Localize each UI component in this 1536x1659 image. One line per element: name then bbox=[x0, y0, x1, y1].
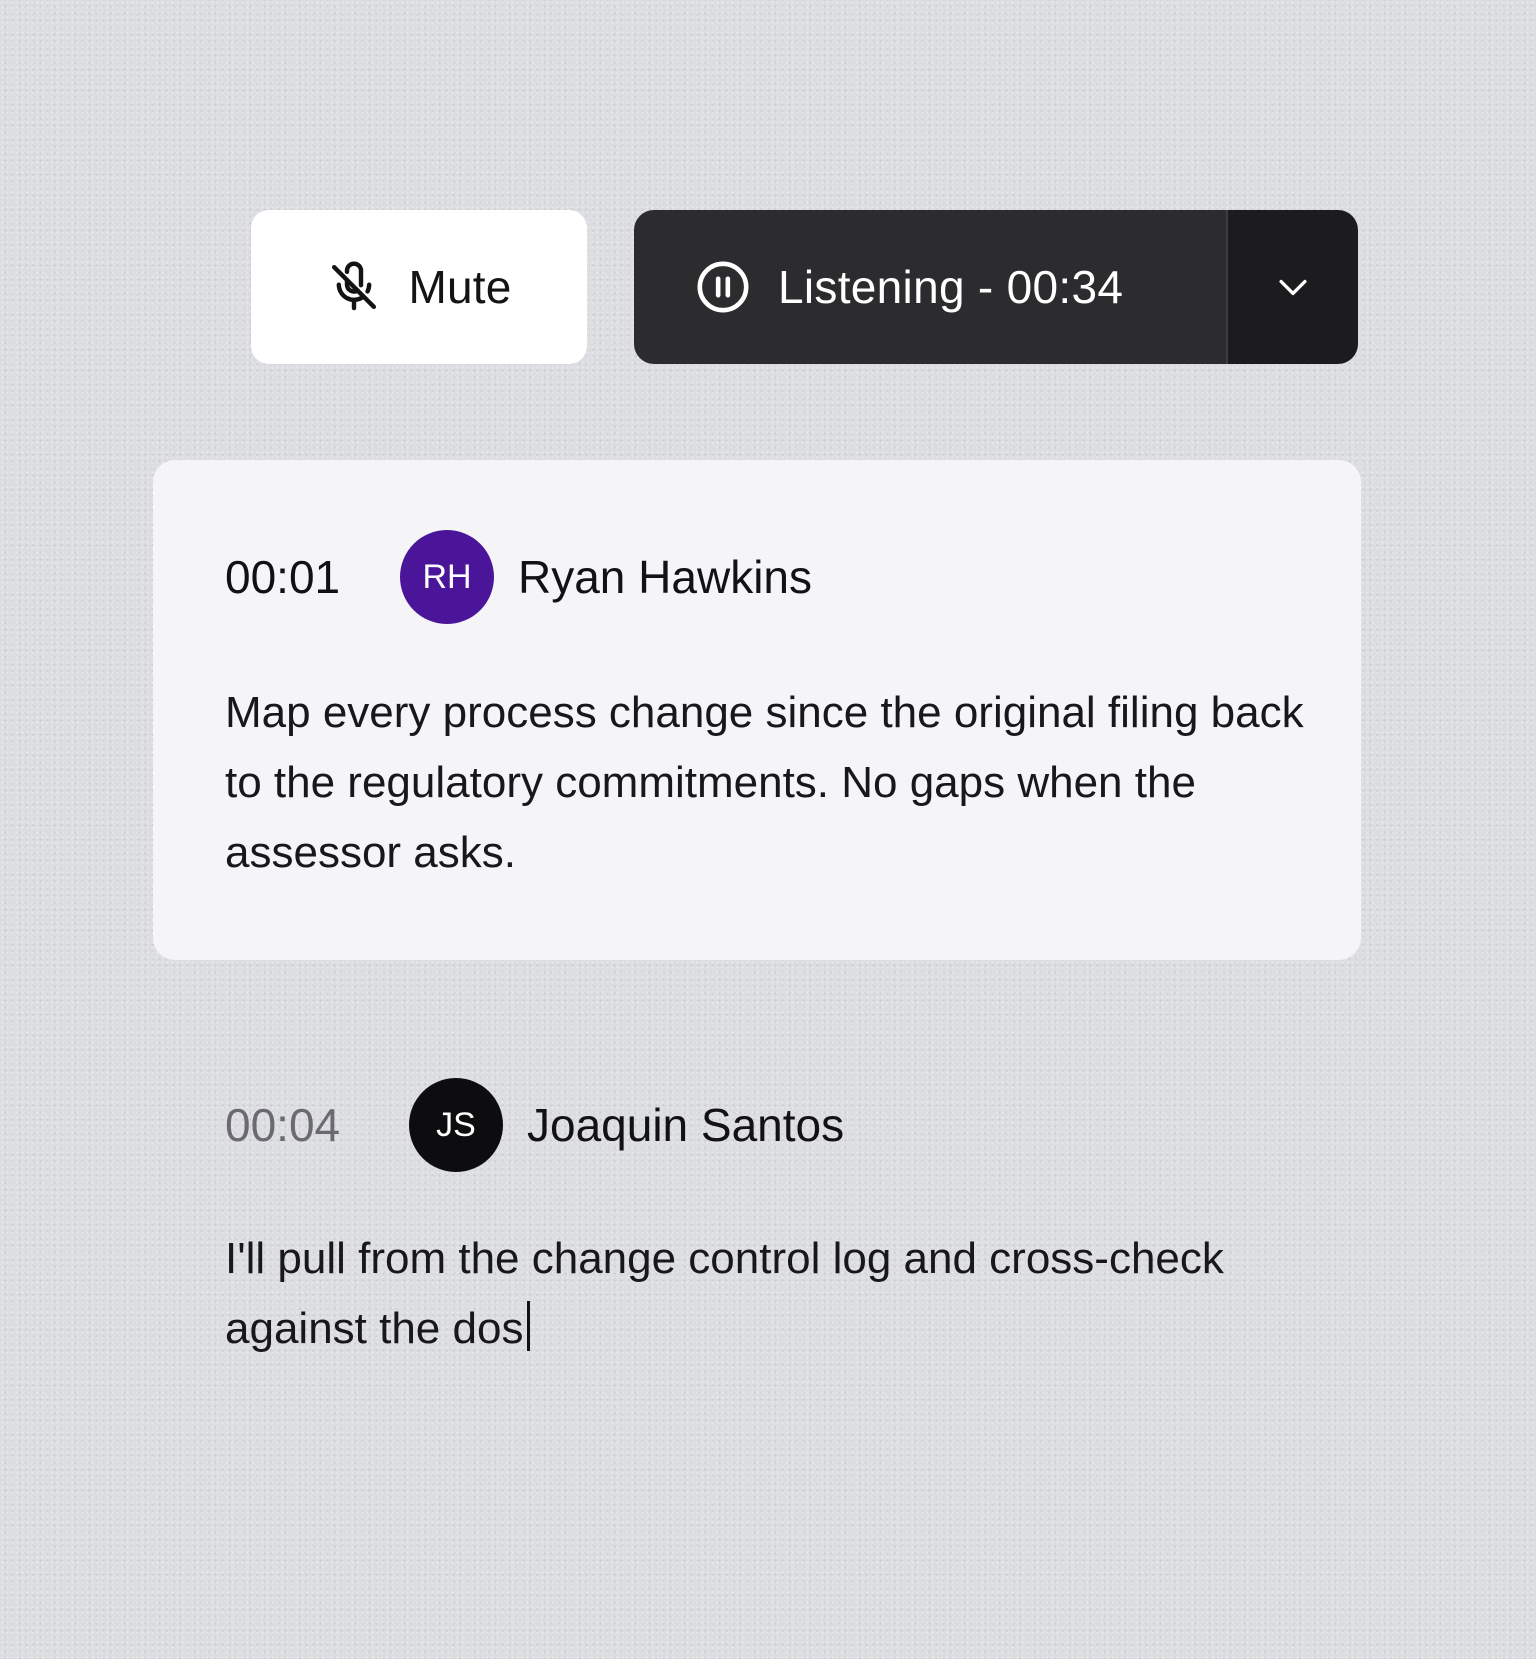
text-cursor bbox=[527, 1301, 531, 1351]
transcript-entry-live: 00:04 JS Joaquin Santos I'll pull from t… bbox=[153, 1010, 1361, 1410]
pause-circle-icon bbox=[697, 261, 749, 313]
avatar-initials: JS bbox=[436, 1105, 476, 1144]
avatar: RH bbox=[400, 530, 494, 624]
mute-label: Mute bbox=[408, 261, 512, 313]
entry-header: 00:01 RH Ryan Hawkins bbox=[225, 530, 812, 624]
live-transcript-text: I'll pull from the change control log an… bbox=[225, 1234, 1224, 1353]
avatar-initials: RH bbox=[422, 557, 472, 596]
chevron-down-icon bbox=[1279, 279, 1307, 296]
speaker-name: Joaquin Santos bbox=[527, 1099, 845, 1151]
listening-options-dropdown[interactable] bbox=[1228, 210, 1358, 364]
transcript-entry: 00:01 RH Ryan Hawkins Map every process … bbox=[153, 460, 1361, 960]
mute-button[interactable]: Mute bbox=[251, 210, 587, 364]
entry-timestamp: 00:01 bbox=[225, 551, 341, 603]
entry-header: 00:04 JS Joaquin Santos bbox=[225, 1078, 844, 1172]
listening-button[interactable]: Listening - 00:34 bbox=[634, 210, 1226, 364]
mic-off-icon bbox=[332, 261, 377, 311]
listening-status: Listening - 00:34 bbox=[778, 261, 1124, 313]
avatar: JS bbox=[409, 1078, 503, 1172]
entry-text: Map every process change since the origi… bbox=[225, 688, 1304, 877]
speaker-name: Ryan Hawkins bbox=[518, 551, 812, 603]
entry-text-live: I'll pull from the change control log an… bbox=[225, 1224, 1305, 1364]
entry-timestamp: 00:04 bbox=[225, 1099, 341, 1151]
listening-control: Listening - 00:34 bbox=[634, 210, 1358, 364]
